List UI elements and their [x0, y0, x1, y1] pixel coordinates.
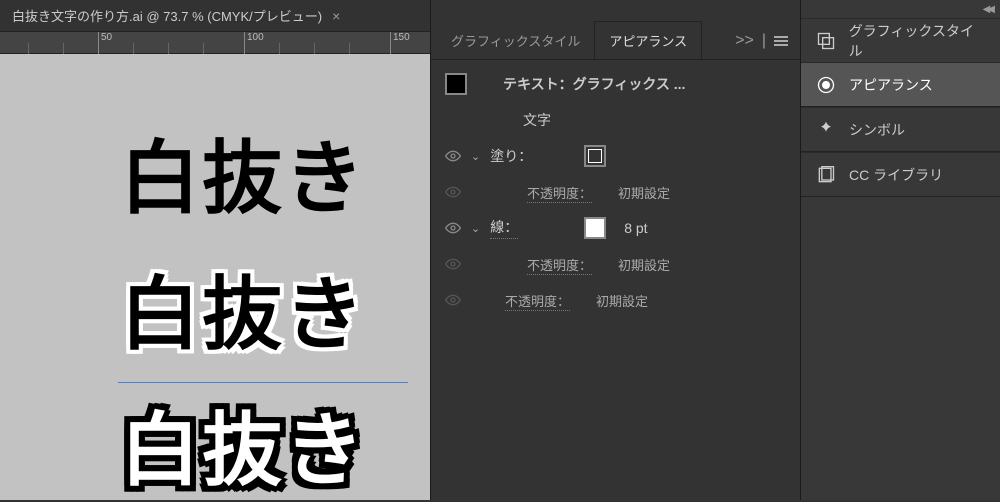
ruler-tick: 50 [98, 32, 112, 54]
overall-opacity-row[interactable]: 不透明度： 初期設定 [431, 282, 800, 318]
selection-baseline [118, 382, 408, 383]
visibility-eye-icon[interactable] [445, 184, 461, 200]
stroke-weight[interactable]: 8 pt [624, 220, 647, 236]
tab-graphic-styles[interactable]: グラフィックスタイル [437, 22, 594, 59]
target-swatch[interactable] [445, 73, 467, 95]
target-prefix: テキスト： [503, 76, 573, 92]
opacity-value[interactable]: 初期設定 [618, 255, 670, 274]
document-area: 白抜き文字の作り方.ai @ 73.7 % (CMYK/プレビュー) × 50 … [0, 0, 430, 500]
dock-label: アピアランス [849, 75, 933, 95]
chevron-down-icon[interactable]: ⌄ [471, 150, 480, 163]
fill-opacity-row[interactable]: 不透明度： 初期設定 [431, 174, 800, 210]
fill-row[interactable]: ⌄ 塗り： [431, 138, 800, 174]
document-title: 白抜き文字の作り方.ai @ 73.7 % (CMYK/プレビュー) [12, 6, 322, 25]
stroke-swatch[interactable] [584, 217, 606, 239]
visibility-eye-icon[interactable] [445, 220, 461, 236]
panel-dock: ◀◀ グラフィックスタイル アピアランス シンボル CC ライブラリ [800, 0, 1000, 500]
appearance-body: テキスト：グラフィックス ... 文字 ⌄ 塗り： 不透明度： 初期設定 ⌄ [431, 60, 800, 324]
visibility-eye-icon[interactable] [445, 256, 461, 272]
stroke-label[interactable]: 線： [490, 217, 518, 239]
dock-label: シンボル [849, 120, 905, 140]
visibility-eye-icon[interactable] [445, 292, 461, 308]
stroke-opacity-row[interactable]: 不透明度： 初期設定 [431, 246, 800, 282]
dock-graphic-styles[interactable]: グラフィックスタイル [801, 18, 1000, 62]
canvas[interactable]: 白抜き 白抜き 白抜き [0, 54, 430, 500]
fill-swatch[interactable] [584, 145, 606, 167]
fill-label: 塗り： [490, 146, 532, 166]
opacity-value[interactable]: 初期設定 [618, 183, 670, 202]
dock-appearance[interactable]: アピアランス [801, 62, 1000, 106]
ruler-tick: 100 [244, 32, 264, 54]
characters-label: 文字 [523, 110, 551, 130]
opacity-value[interactable]: 初期設定 [596, 291, 648, 310]
dock-label: グラフィックスタイル [849, 21, 986, 61]
appearance-panel: グラフィックスタイル アピアランス >> | テキスト：グラフィックス ... … [430, 0, 800, 500]
target-name: グラフィックス ... [573, 76, 686, 92]
horizontal-ruler[interactable]: 50 100 150 [0, 32, 430, 54]
document-tab[interactable]: 白抜き文字の作り方.ai @ 73.7 % (CMYK/プレビュー) × [0, 0, 430, 32]
chevron-down-icon[interactable]: ⌄ [471, 222, 480, 235]
sample-text-black-outline[interactable]: 白抜き [120, 386, 430, 502]
visibility-eye-icon[interactable] [445, 148, 461, 164]
more-label: >> [735, 32, 754, 50]
graphic-styles-icon [815, 30, 837, 52]
close-icon[interactable]: × [332, 8, 340, 24]
stroke-row[interactable]: ⌄ 線： 8 pt [431, 210, 800, 246]
dock-label: CC ライブラリ [849, 165, 943, 185]
panel-overflow[interactable]: >> | [735, 32, 794, 59]
opacity-label[interactable]: 不透明度： [527, 258, 592, 275]
opacity-label[interactable]: 不透明度： [505, 294, 570, 311]
panel-menu-icon[interactable] [774, 36, 788, 46]
ruler-tick: 150 [390, 32, 410, 54]
chevron-left-icon: ◀◀ [983, 4, 992, 15]
panel-tabs: グラフィックスタイル アピアランス >> | [431, 0, 800, 60]
opacity-label[interactable]: 不透明度： [527, 186, 592, 203]
sample-text-white-outline[interactable]: 白抜き [120, 250, 430, 366]
dock-symbols[interactable]: シンボル [801, 107, 1000, 151]
appearance-target-row[interactable]: テキスト：グラフィックス ... [431, 66, 800, 102]
tab-appearance[interactable]: アピアランス [594, 21, 702, 59]
appearance-icon [815, 74, 837, 96]
symbols-icon [815, 119, 837, 141]
dock-cc-libraries[interactable]: CC ライブラリ [801, 152, 1000, 196]
sample-text-plain[interactable]: 白抜き [120, 114, 430, 230]
dock-collapse[interactable]: ◀◀ [801, 0, 1000, 18]
libraries-icon [815, 164, 837, 186]
characters-row[interactable]: 文字 [431, 102, 800, 138]
